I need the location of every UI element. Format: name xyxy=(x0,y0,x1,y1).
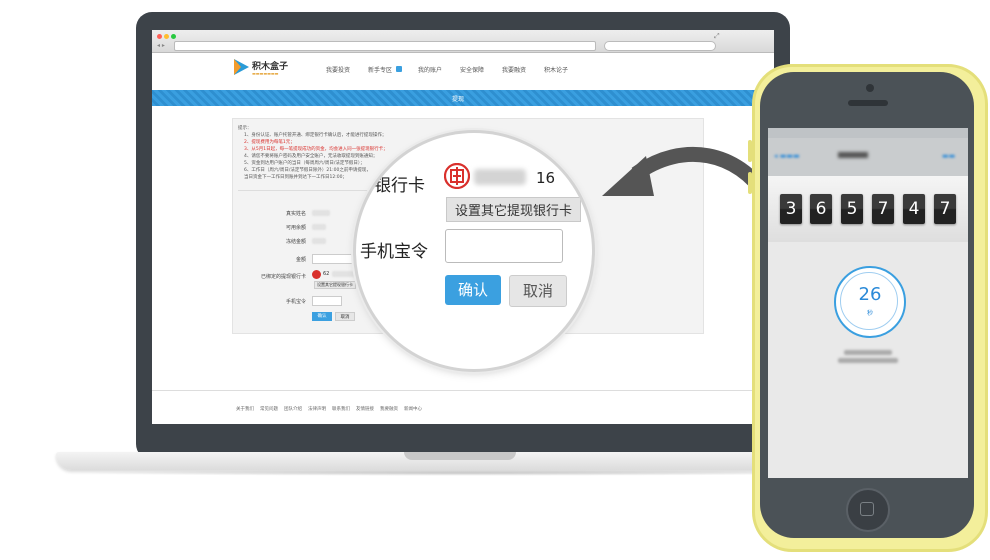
icbc-bank-icon xyxy=(444,163,470,189)
mag-card-suffix: 16 xyxy=(536,169,556,187)
token-digit: 3 xyxy=(780,194,802,224)
browser-search-bar[interactable] xyxy=(604,41,716,51)
footer-link[interactable]: 友情链接 xyxy=(356,406,374,412)
nav-newbie-badge-icon xyxy=(396,66,402,72)
logo-icon xyxy=(234,59,249,75)
mag-bank-card-label: 银行卡 xyxy=(374,176,425,196)
phone-status-bar xyxy=(768,128,968,138)
site-logo[interactable]: 积木盒子 ▬▬▬▬▬▬▬ xyxy=(232,58,288,80)
other-bank-card-button[interactable]: 设置其它提现银行卡 xyxy=(314,281,356,289)
countdown-unit: 秒 xyxy=(866,310,873,317)
maximize-window-icon[interactable] xyxy=(171,34,176,39)
token-digit: 7 xyxy=(934,194,956,224)
available-balance-value xyxy=(312,224,326,230)
logo-slogan: ▬▬▬▬▬▬▬ xyxy=(252,71,279,76)
nav-account[interactable]: 我的账户 xyxy=(418,65,442,74)
nav-newbie[interactable]: 新手专区 xyxy=(368,65,392,74)
frozen-amount-value xyxy=(312,238,326,244)
amount-input[interactable] xyxy=(312,254,354,264)
footer-link[interactable]: 法律声明 xyxy=(308,406,326,412)
countdown-value: 26 xyxy=(858,284,882,305)
token-digit: 7 xyxy=(872,194,894,224)
notice-item: 2、提现费用为每笔1元； xyxy=(244,140,295,145)
nav-security[interactable]: 安全保障 xyxy=(460,65,484,74)
phone-speaker-icon xyxy=(848,100,888,106)
mag-phone-token-label: 手机宝令 xyxy=(360,242,428,262)
mag-cancel-button[interactable]: 取消 xyxy=(509,275,567,307)
phone-nav-action[interactable]: ▬▬ xyxy=(942,152,955,160)
footer-divider xyxy=(152,390,774,391)
available-balance-label: 可用余额 xyxy=(285,225,306,231)
frozen-amount-label: 冻结金额 xyxy=(285,239,306,245)
notice-item: 1、身份认证、账户托管开通、绑定银行卡确认后，才能进行提现操作； xyxy=(244,133,387,138)
real-name-label: 真实姓名 xyxy=(285,211,306,217)
confirm-button[interactable]: 确认 xyxy=(312,312,332,321)
bound-bank-card-label: 已绑定的提现银行卡 xyxy=(260,274,306,280)
home-square-icon xyxy=(860,502,874,516)
address-bar[interactable] xyxy=(174,41,596,51)
mag-phone-token-input[interactable] xyxy=(445,229,563,263)
notice-item: 4、请您不要将账户密码及用户安全账户，无法收取提现到账通知； xyxy=(244,154,378,159)
token-digit: 6 xyxy=(810,194,832,224)
laptop-shadow xyxy=(70,470,850,476)
browser-toolbar: ◂ ▸ ⤢ xyxy=(152,30,774,53)
notice-item: 当日资金下一工作日到账并到达下一工作日12:00； xyxy=(244,175,347,180)
footer-link[interactable]: 关于我们 xyxy=(236,406,254,412)
minimize-window-icon[interactable] xyxy=(164,34,169,39)
laptop-notch xyxy=(404,452,516,460)
phone-screen: ◂ ▬▬▬ ▬▬ 3 6 5 7 4 7 26 秒 xyxy=(768,128,968,478)
token-digit: 4 xyxy=(903,194,925,224)
footer-link[interactable]: 新闻中心 xyxy=(404,406,422,412)
nav-invest[interactable]: 我要投资 xyxy=(326,65,350,74)
fullscreen-icon[interactable]: ⤢ xyxy=(714,32,720,41)
bank-card-number-blurred xyxy=(332,271,358,277)
token-digit: 5 xyxy=(841,194,863,224)
phone-token-label: 手机宝令 xyxy=(285,299,306,305)
footer-link[interactable]: 联系我们 xyxy=(332,406,350,412)
cancel-button[interactable]: 取消 xyxy=(335,312,355,321)
footer-link[interactable]: 团队介绍 xyxy=(284,406,302,412)
notice-item: 6、工作日（周六/周日/法定节假日除外）21:00之前申请提现， xyxy=(244,168,371,173)
phone-hint-text-blurred xyxy=(838,358,898,363)
notice-heading: 提示： xyxy=(238,126,252,131)
mag-other-bank-button[interactable]: 设置其它提现银行卡 xyxy=(446,197,582,222)
icbc-bank-icon xyxy=(312,270,321,279)
nav-forum[interactable]: 积木论子 xyxy=(544,65,568,74)
section-title: 提现 xyxy=(452,96,465,103)
real-name-value xyxy=(312,210,330,216)
amount-label: 金额 xyxy=(295,257,306,263)
notice-item: 5、资金到达用户账户的当日（每周周六/周日/法定节假日）； xyxy=(244,161,365,166)
phone-nav-title-blurred xyxy=(838,152,868,158)
mag-card-number-blurred xyxy=(474,169,526,185)
close-window-icon[interactable] xyxy=(157,34,162,39)
notice-item: 3、从5月1日起，每一笔提现成功的资金，均会进入同一张提现银行卡； xyxy=(244,147,388,152)
bank-card-prefix: 62 xyxy=(323,271,330,277)
phone-hint-text-blurred xyxy=(844,350,892,355)
phone-token-input[interactable] xyxy=(312,296,342,306)
mag-confirm-button[interactable]: 确认 xyxy=(445,275,501,305)
back-forward-icon[interactable]: ◂ ▸ xyxy=(157,42,165,49)
phone-back-icon[interactable]: ◂ ▬▬▬ xyxy=(774,152,800,160)
nav-financing[interactable]: 我要融资 xyxy=(502,65,526,74)
footer-link[interactable]: 常见问题 xyxy=(260,406,278,412)
phone-camera-icon xyxy=(866,84,874,92)
magnifier-callout: 银行卡 16 设置其它提现银行卡 手机宝令 确认 取消 xyxy=(356,133,592,369)
footer-link[interactable]: 我要融资 xyxy=(380,406,398,412)
